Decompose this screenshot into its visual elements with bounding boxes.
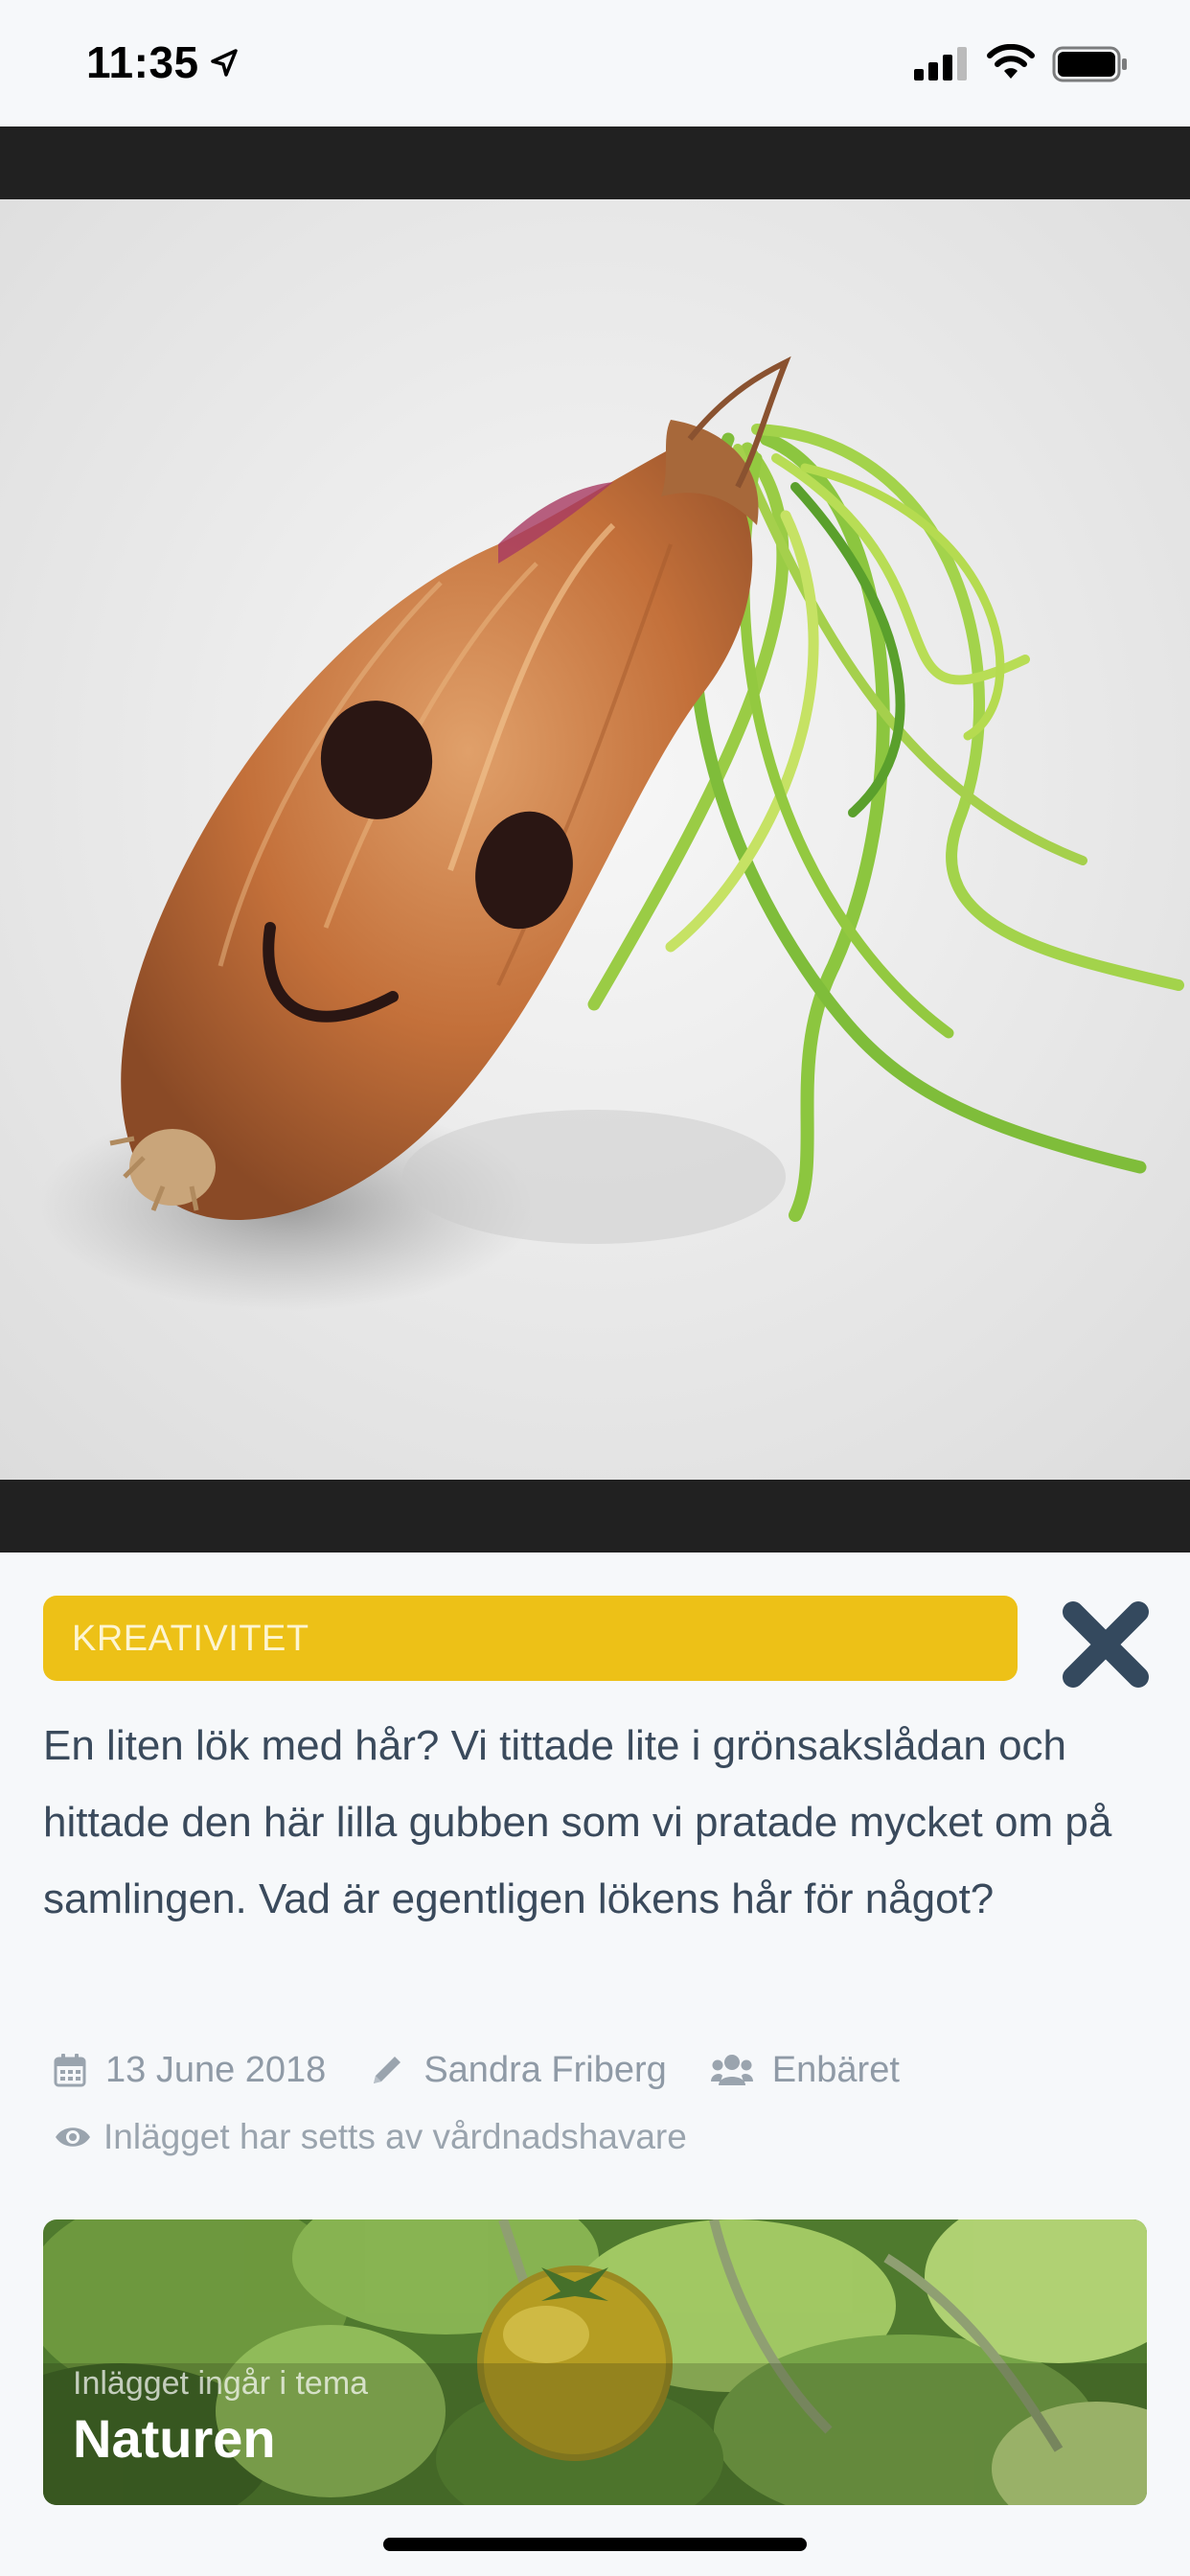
seen-status: Inlägget har setts av vårdnadshavare	[54, 2113, 687, 2161]
users-icon	[710, 2055, 753, 2085]
battery-icon	[1052, 46, 1127, 82]
meta-group: Enbäret	[710, 2049, 900, 2091]
meta-date: 13 June 2018	[54, 2050, 326, 2091]
post-date: 13 June 2018	[105, 2049, 327, 2090]
category-label: KREATIVITET	[72, 1619, 309, 1659]
home-indicator[interactable]	[383, 2538, 807, 2551]
post-media	[0, 126, 1190, 1552]
post-content: KREATIVITET En liten lök med hår? Vi tit…	[0, 1552, 1190, 2576]
status-time: 11:35	[86, 37, 199, 87]
pencil-icon	[374, 2057, 401, 2083]
location-arrow-icon	[211, 49, 238, 77]
post-meta: 13 June 2018 Sandra Friberg Enbäret	[54, 2046, 944, 2094]
close-icon	[1063, 1601, 1149, 1688]
eye-icon	[56, 2128, 90, 2147]
wifi-icon	[987, 44, 1035, 79]
status-bar: 11:35	[0, 0, 1190, 126]
post-group: Enbäret	[771, 2049, 900, 2090]
meta-author: Sandra Friberg	[370, 2049, 667, 2091]
theme-title: Naturen	[73, 2408, 276, 2469]
theme-card[interactable]: Inlägget ingår i tema Naturen	[43, 2220, 1147, 2505]
seen-status-text: Inlägget har setts av vårdnadshavare	[103, 2117, 687, 2156]
post-photo[interactable]	[0, 199, 1190, 1480]
category-badge: KREATIVITET	[43, 1596, 1018, 1681]
calendar-icon	[54, 2054, 86, 2087]
close-button[interactable]	[1060, 1598, 1152, 1690]
theme-subtitle: Inlägget ingår i tema	[73, 2365, 369, 2402]
cellular-signal-icon	[914, 47, 967, 80]
post-author: Sandra Friberg	[423, 2049, 667, 2090]
post-text: En liten lök med hår? Vi tittade lite i …	[43, 1722, 1112, 1922]
